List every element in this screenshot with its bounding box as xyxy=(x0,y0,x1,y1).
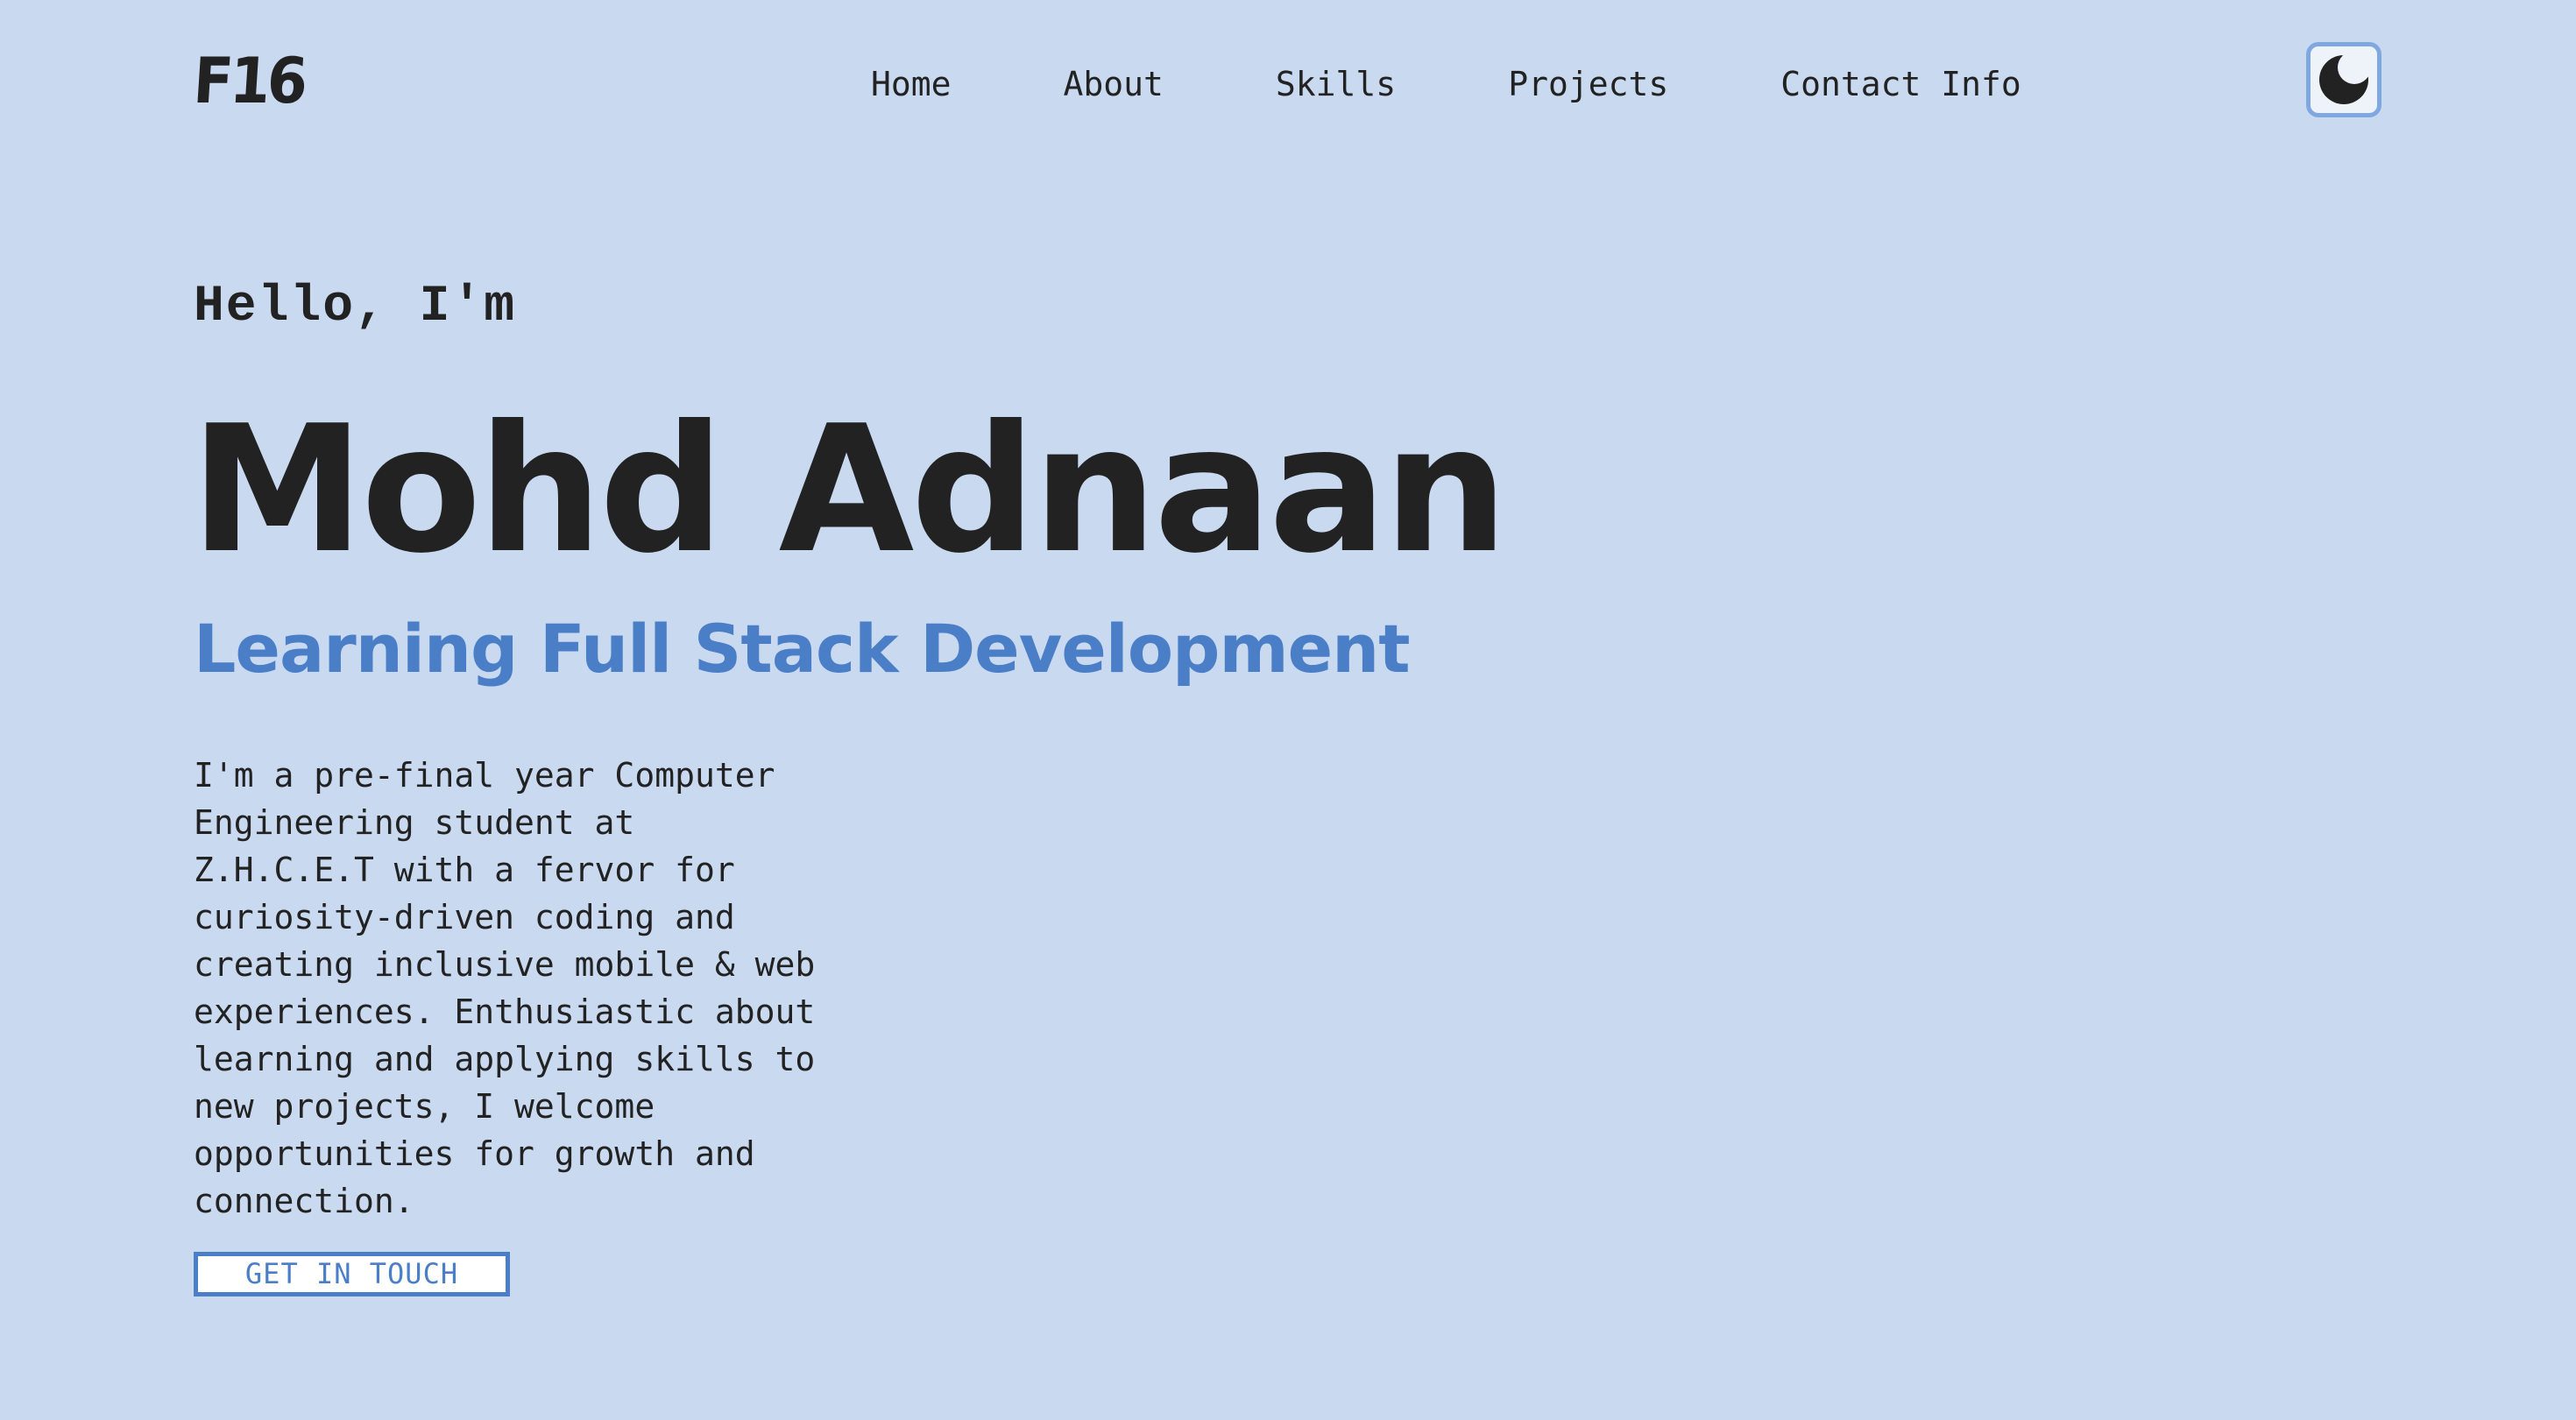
hero-tagline: Learning Full Stack Development xyxy=(194,610,1411,688)
nav-link-projects[interactable]: Projects xyxy=(1508,65,1668,103)
greeting-text: Hello, I'm xyxy=(194,279,517,336)
nav-link-skills[interactable]: Skills xyxy=(1276,65,1396,103)
get-in-touch-button[interactable]: GET IN TOUCH xyxy=(194,1252,510,1296)
nav-links: Home About Skills Projects Contact Info xyxy=(871,60,2021,109)
nav-link-about[interactable]: About xyxy=(1064,65,1164,103)
moon-icon xyxy=(2319,55,2368,104)
nav-link-contact-info[interactable]: Contact Info xyxy=(1780,65,2021,103)
site-logo[interactable]: F16 xyxy=(191,44,307,117)
theme-toggle-button[interactable] xyxy=(2306,42,2381,117)
nav-link-home[interactable]: Home xyxy=(871,65,952,103)
hero-bio: I'm a pre-final year Computer Engineerin… xyxy=(194,756,816,1220)
top-navigation: F16 Home About Skills Projects Contact I… xyxy=(0,0,2576,166)
hero-name: Mohd Adnaan xyxy=(190,388,1508,592)
